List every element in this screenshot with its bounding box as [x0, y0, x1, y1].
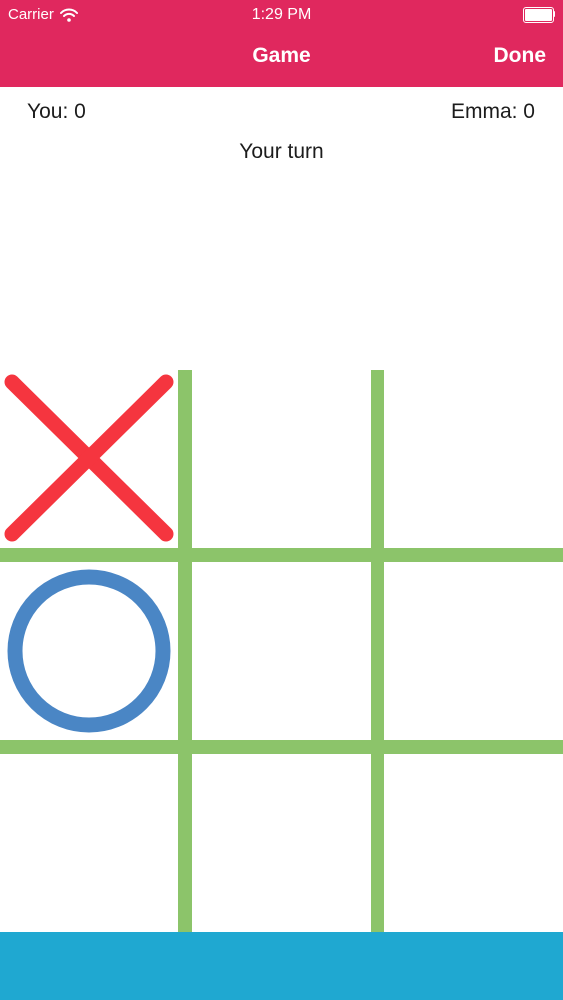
nav-bar: Game Done	[0, 30, 563, 87]
board-cell-1-3[interactable]	[384, 370, 563, 548]
board-cell-3-3[interactable]	[384, 754, 563, 932]
top-header: Carrier 1:29 PM Game Done	[0, 0, 563, 87]
board-cell-3-2[interactable]	[192, 754, 371, 932]
board-cell-1-2[interactable]	[192, 370, 371, 548]
score-opponent: Emma: 0	[450, 100, 535, 123]
board-cell-2-3[interactable]	[384, 562, 563, 740]
grid-line-vertical-2	[371, 370, 384, 932]
battery-level	[525, 9, 552, 21]
game-board	[0, 370, 563, 932]
board-cell-2-1[interactable]	[0, 562, 178, 740]
grid-line-horizontal-2	[0, 740, 563, 754]
done-button[interactable]: Done	[494, 44, 547, 68]
page-title: Game	[252, 44, 311, 67]
board-cell-3-1[interactable]	[0, 754, 178, 932]
status-bar: Carrier 1:29 PM	[0, 0, 563, 30]
grid-line-vertical-1	[178, 370, 192, 932]
bottom-bar	[0, 932, 563, 1000]
grid-line-horizontal-1	[0, 548, 563, 562]
board-cell-2-2[interactable]	[192, 562, 371, 740]
x-mark-icon	[4, 374, 174, 542]
o-mark-icon	[7, 569, 171, 733]
turn-status: Your turn	[239, 140, 324, 163]
board-cell-1-1[interactable]	[0, 370, 178, 548]
clock: 1:29 PM	[251, 6, 312, 23]
battery-icon	[523, 7, 555, 23]
score-you: You: 0	[27, 100, 86, 123]
